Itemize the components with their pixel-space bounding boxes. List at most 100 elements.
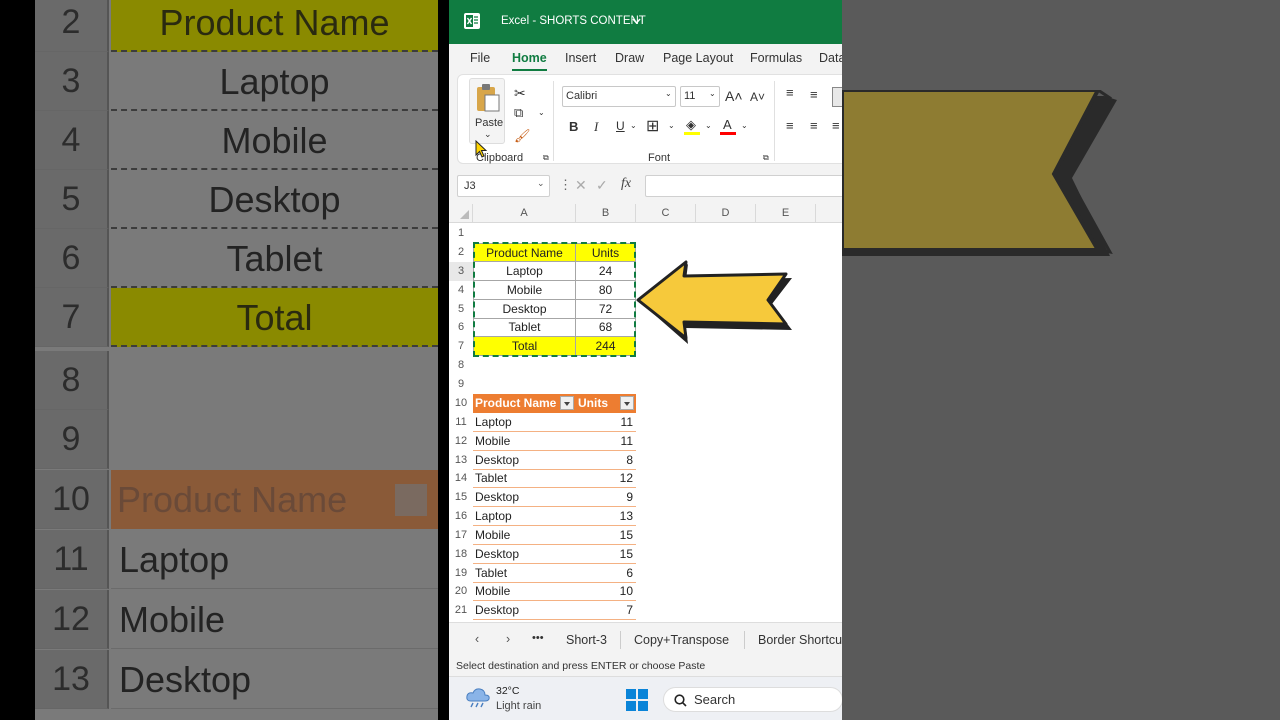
prev-sheet-icon[interactable]: ‹ (475, 632, 479, 646)
align-middle-icon[interactable]: ≡ (810, 87, 818, 102)
summary-cell[interactable]: Desktop (473, 300, 576, 319)
row-header[interactable]: 2 (449, 243, 473, 262)
table-row[interactable]: Desktop (473, 451, 576, 470)
summary-cell[interactable]: Mobile (473, 281, 576, 300)
window-title[interactable]: Excel - SHORTS CONTENT (501, 15, 646, 27)
filter-dropdown-icon[interactable] (560, 396, 574, 410)
tab-page-layout[interactable]: Page Layout (663, 51, 733, 65)
row-header[interactable]: 19 (449, 564, 473, 583)
table-row[interactable]: 15 (576, 526, 636, 545)
align-bottom-icon[interactable] (832, 87, 842, 107)
row-header[interactable]: 9 (449, 375, 473, 394)
more-sheets-icon[interactable]: ••• (532, 632, 544, 644)
chevron-down-icon[interactable]: ⌄ (668, 121, 675, 130)
column-header[interactable]: A (473, 204, 576, 223)
table-row[interactable]: 13 (576, 507, 636, 526)
table-row[interactable]: 6 (576, 564, 636, 583)
row-header[interactable]: 18 (449, 545, 473, 564)
chevron-down-icon[interactable]: ⌄ (709, 89, 716, 98)
chevron-down-icon[interactable]: ⌄ (537, 178, 545, 189)
summary-cell[interactable]: 72 (576, 300, 636, 319)
tab-data[interactable]: Data (819, 51, 842, 65)
summary-cell[interactable]: Tablet (473, 318, 576, 337)
row-header[interactable]: 14 (449, 469, 473, 488)
table-row[interactable]: 11 (576, 432, 636, 451)
row-header[interactable]: 17 (449, 526, 473, 545)
next-sheet-icon[interactable]: › (506, 632, 510, 646)
chevron-down-icon[interactable]: ⌄ (665, 89, 672, 98)
bold-icon[interactable]: B (569, 119, 578, 134)
chevron-down-icon[interactable]: ⌄ (630, 121, 637, 130)
underline-icon[interactable]: U (616, 119, 625, 133)
column-header[interactable]: B (576, 204, 636, 223)
table-row[interactable]: 12 (576, 469, 636, 488)
row-header[interactable]: 11 (449, 413, 473, 432)
table-row[interactable]: Mobile (473, 526, 576, 545)
align-left-icon[interactable]: ≡ (786, 118, 794, 133)
summary-cell[interactable]: Laptop (473, 262, 576, 281)
rain-cloud-icon[interactable] (465, 687, 491, 709)
table-row[interactable]: 11 (576, 413, 636, 432)
table-row[interactable]: Desktop (473, 488, 576, 507)
table-row[interactable]: Laptop (473, 413, 576, 432)
fill-color-icon[interactable]: ◈ (684, 117, 700, 135)
summary-total-value[interactable]: 244 (576, 337, 636, 356)
row-header[interactable]: 7 (449, 337, 473, 356)
row-header[interactable]: 15 (449, 488, 473, 507)
table-row[interactable]: 8 (576, 451, 636, 470)
table-row[interactable]: Laptop (473, 507, 576, 526)
cut-icon[interactable]: ✂ (514, 85, 526, 102)
row-header[interactable]: 3 (449, 262, 473, 281)
sheet-tab[interactable]: Copy+Transpose (634, 633, 729, 647)
italic-icon[interactable]: I (594, 119, 598, 135)
column-header[interactable]: C (636, 204, 696, 223)
row-header[interactable]: 21 (449, 601, 473, 620)
windows-start-icon[interactable] (626, 689, 648, 711)
tab-insert[interactable]: Insert (565, 51, 596, 65)
row-header[interactable]: 20 (449, 582, 473, 601)
summary-total-label[interactable]: Total (473, 337, 576, 356)
summary-cell[interactable]: 68 (576, 318, 636, 337)
table-header-product[interactable]: Product Name (473, 394, 576, 413)
taskbar-search[interactable]: Search (663, 687, 842, 712)
summary-header-units[interactable]: Units (576, 243, 636, 262)
table-row[interactable]: 15 (576, 545, 636, 564)
enter-icon[interactable]: ✓ (596, 177, 608, 194)
paste-button[interactable]: Paste ⌄ (469, 78, 505, 144)
summary-cell[interactable]: 80 (576, 281, 636, 300)
column-header[interactable]: E (756, 204, 816, 223)
tab-draw[interactable]: Draw (615, 51, 644, 65)
table-row[interactable]: Desktop (473, 545, 576, 564)
tab-home[interactable]: Home (512, 51, 547, 71)
borders-icon[interactable]: ⊞ (646, 116, 659, 136)
table-row[interactable]: Mobile (473, 582, 576, 601)
row-header[interactable]: 16 (449, 507, 473, 526)
decrease-font-icon[interactable]: A˅ (750, 90, 765, 104)
table-row[interactable]: 7 (576, 601, 636, 620)
row-header[interactable]: 12 (449, 432, 473, 451)
align-center-icon[interactable]: ≡ (810, 118, 818, 133)
row-header[interactable]: 10 (449, 394, 473, 413)
dialog-launcher-icon[interactable]: ⧉ (763, 153, 769, 163)
table-header-units[interactable]: Units (576, 394, 636, 413)
chevron-down-icon[interactable]: ⌄ (741, 121, 748, 130)
copy-icon[interactable]: ⧉ (514, 105, 523, 121)
align-top-icon[interactable]: ≡ (786, 85, 794, 100)
chevron-down-icon[interactable]: ⌄ (705, 121, 712, 130)
sheet-tab[interactable]: Border Shortcu (758, 633, 842, 647)
tab-formulas[interactable]: Formulas (750, 51, 802, 65)
formula-input[interactable] (645, 175, 842, 197)
summary-header-product[interactable]: Product Name (473, 243, 576, 262)
filter-dropdown-icon[interactable] (620, 396, 634, 410)
select-all-corner[interactable] (449, 204, 473, 223)
row-header[interactable]: 5 (449, 300, 473, 319)
row-header[interactable]: 8 (449, 356, 473, 375)
align-right-icon[interactable]: ≡ (832, 118, 840, 133)
sheet-tab[interactable]: Short-3 (566, 633, 607, 647)
row-header[interactable]: 6 (449, 318, 473, 337)
table-row[interactable]: Tablet (473, 469, 576, 488)
chevron-down-icon[interactable] (632, 18, 641, 24)
format-painter-icon[interactable]: 🖌 (514, 128, 531, 144)
row-header[interactable]: 1 (449, 224, 473, 243)
row-header[interactable]: 4 (449, 281, 473, 300)
